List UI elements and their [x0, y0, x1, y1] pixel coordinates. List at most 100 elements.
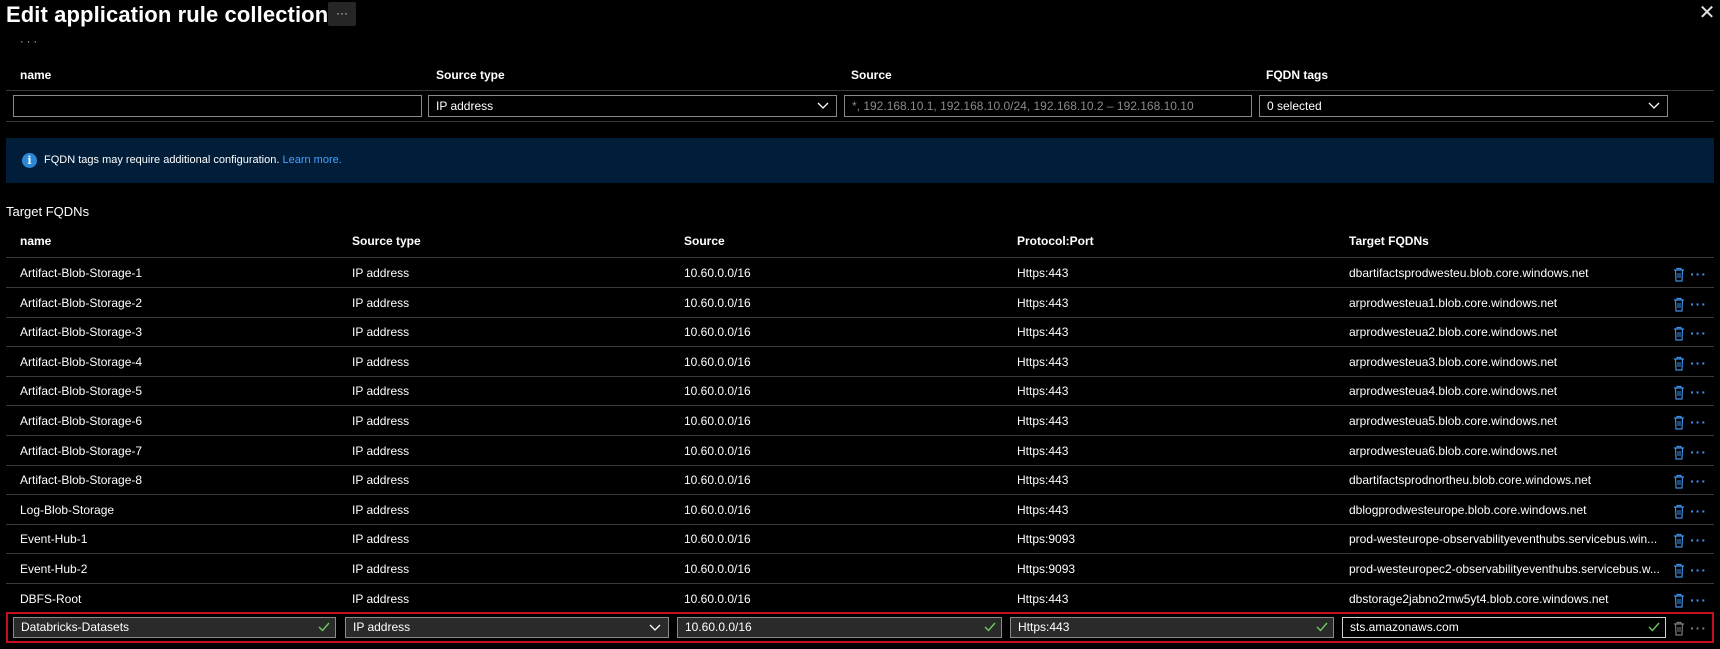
row-name: Artifact-Blob-Storage-1: [20, 266, 143, 280]
ellipsis-icon[interactable]: ···: [1690, 563, 1707, 577]
row-actions: ···: [1673, 326, 1713, 342]
row-divider: [6, 346, 1714, 348]
rule-protocol-port-value: Https:443: [1018, 620, 1070, 634]
row-source: 10.60.0.0/16: [684, 562, 751, 576]
row-source: 10.60.0.0/16: [684, 591, 751, 606]
chevron-down-icon: [649, 624, 661, 631]
source-input[interactable]: *, 192.168.10.1, 192.168.10.0/24, 192.16…: [844, 95, 1252, 117]
row-protocol-port: Https:443: [1017, 591, 1069, 606]
info-banner: i FQDN tags may require additional confi…: [6, 138, 1714, 183]
trash-icon[interactable]: [1673, 563, 1685, 578]
row-name: Artifact-Blob-Storage-5: [20, 384, 143, 399]
row-protocol-port: Https:443: [1017, 443, 1069, 458]
rule-source-type-dropdown[interactable]: IP address: [345, 617, 669, 638]
chevron-down-icon: [1648, 102, 1660, 109]
row-actions: ···: [1673, 297, 1713, 313]
row-actions: ···: [1673, 356, 1713, 372]
ellipsis-icon[interactable]: ···: [1690, 267, 1707, 281]
rule-name-value: Databricks-Datasets: [21, 620, 130, 634]
row-divider: [6, 375, 1714, 377]
trash-icon[interactable]: [1673, 504, 1685, 519]
row-divider: [6, 583, 1714, 584]
row-target-fqdn: arprodwesteua3.blob.core.windows.net: [1349, 354, 1558, 369]
row-source-type: IP address: [352, 384, 410, 399]
source-type-value: IP address: [436, 99, 494, 113]
trash-icon[interactable]: [1673, 326, 1685, 341]
row-target-fqdn: arprodwesteua4.blob.core.windows.net: [1349, 384, 1558, 399]
row-name: Artifact-Blob-Storage-2: [20, 295, 143, 310]
row-actions: ···: [1673, 533, 1713, 549]
fqdn-tags-dropdown[interactable]: 0 selected: [1259, 95, 1668, 117]
row-actions: ···: [1673, 563, 1713, 579]
source-type-dropdown[interactable]: IP address: [428, 95, 837, 117]
checkmark-icon: [1648, 622, 1660, 632]
trash-icon[interactable]: [1673, 297, 1685, 312]
trash-icon[interactable]: [1673, 445, 1685, 460]
row-target-fqdn: dbartifactsprodnortheu.blob.core.windows…: [1349, 473, 1592, 488]
row-target-fqdn: arprodwesteua5.blob.core.windows.net: [1349, 414, 1558, 428]
ellipsis-icon[interactable]: ···: [1690, 326, 1707, 340]
more-options-button[interactable]: ···: [328, 2, 356, 26]
section-title-target-fqdns: Target FQDNs: [6, 204, 90, 219]
ellipsis-icon[interactable]: ···: [1690, 504, 1707, 518]
ellipsis-icon[interactable]: ···: [1690, 415, 1707, 429]
rule-source-input[interactable]: 10.60.0.0/16: [677, 617, 1002, 638]
row-protocol-port: Https:443: [1017, 354, 1069, 369]
row-source: 10.60.0.0/16: [684, 295, 751, 310]
rule-target-fqdns-input[interactable]: sts.amazonaws.com: [1342, 617, 1666, 638]
info-icon: i: [22, 153, 37, 168]
row-name: Artifact-Blob-Storage-7: [20, 443, 143, 458]
col-header-name: name: [20, 234, 52, 248]
ellipsis-icon[interactable]: ···: [1690, 385, 1707, 399]
row-protocol-port: Https:9093: [1017, 532, 1076, 547]
rule-name-input[interactable]: Databricks-Datasets: [13, 617, 336, 638]
rule-source-value: 10.60.0.0/16: [685, 620, 752, 634]
info-message: FQDN tags may require additional configu…: [44, 154, 342, 166]
row-source-type: IP address: [352, 295, 410, 310]
row-name: Event-Hub-1: [20, 532, 88, 547]
row-actions: ···: [1673, 267, 1713, 283]
trash-icon[interactable]: [1673, 267, 1685, 282]
row-divider: [6, 287, 1714, 288]
trash-icon[interactable]: [1673, 593, 1685, 608]
ellipsis-icon[interactable]: ···: [1690, 445, 1707, 459]
row-divider: [6, 464, 1714, 466]
ellipsis-icon[interactable]: ···: [1690, 533, 1707, 547]
row-divider: [6, 553, 1714, 555]
close-icon[interactable]: ✕: [1697, 2, 1717, 24]
row-actions: ···: [1673, 593, 1713, 609]
row-actions: ···: [1673, 415, 1713, 431]
ellipsis-icon[interactable]: ···: [1690, 297, 1707, 311]
row-divider: [6, 316, 1714, 318]
row-source-type: IP address: [352, 502, 410, 517]
row-protocol-port: Https:443: [1017, 384, 1069, 399]
col-header-source: Source: [684, 234, 725, 248]
ellipsis-icon[interactable]: ···: [1690, 593, 1707, 607]
row-source: 10.60.0.0/16: [684, 532, 751, 547]
row-source: 10.60.0.0/16: [684, 473, 751, 488]
trash-icon[interactable]: [1673, 356, 1685, 371]
row-target-fqdn: arprodwesteua1.blob.core.windows.net: [1349, 295, 1558, 310]
ellipsis-icon[interactable]: ···: [1690, 474, 1707, 488]
row-target-fqdn: arprodwesteua6.blob.core.windows.net: [1349, 443, 1558, 458]
trash-icon[interactable]: [1673, 385, 1685, 400]
ellipsis-icon[interactable]: ···: [1690, 356, 1707, 370]
trash-icon[interactable]: [1673, 621, 1685, 636]
trash-icon[interactable]: [1673, 533, 1685, 548]
row-source-type: IP address: [352, 473, 410, 488]
row-source: 10.60.0.0/16: [684, 266, 751, 280]
divider: [6, 90, 1714, 91]
rule-protocol-port-input[interactable]: Https:443: [1010, 617, 1334, 638]
name-input[interactable]: [13, 95, 422, 117]
trash-icon[interactable]: [1673, 415, 1685, 430]
row-source-type: IP address: [352, 414, 410, 428]
rule-target-fqdns-value: sts.amazonaws.com: [1350, 620, 1459, 634]
learn-more-link[interactable]: Learn more.: [282, 154, 341, 166]
row-divider: [6, 494, 1714, 496]
ellipsis-icon[interactable]: ···: [1690, 621, 1707, 635]
row-source-type: IP address: [352, 562, 410, 576]
trash-icon[interactable]: [1673, 474, 1685, 489]
row-target-fqdn: prod-westeuropec2-observabilityeventhubs…: [1349, 562, 1659, 576]
row-source: 10.60.0.0/16: [684, 443, 751, 458]
row-protocol-port: Https:443: [1017, 473, 1069, 488]
